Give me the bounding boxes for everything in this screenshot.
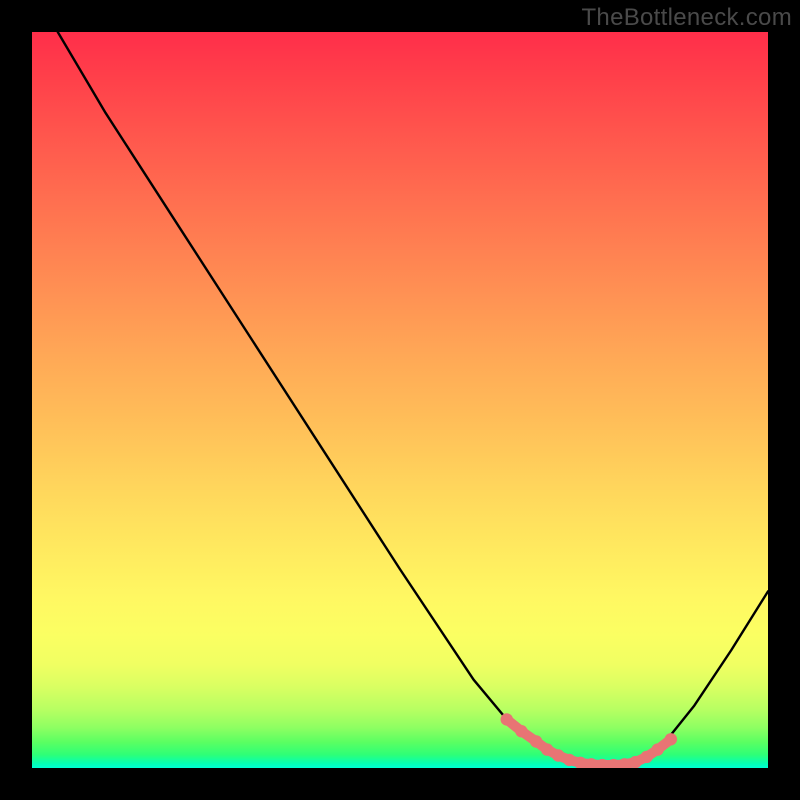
plot-area xyxy=(32,32,768,768)
main-curve xyxy=(58,32,768,765)
highlight-dots xyxy=(501,713,678,768)
chart-svg xyxy=(32,32,768,768)
watermark-text: TheBottleneck.com xyxy=(581,4,792,32)
chart-container: TheBottleneck.com xyxy=(0,0,800,800)
